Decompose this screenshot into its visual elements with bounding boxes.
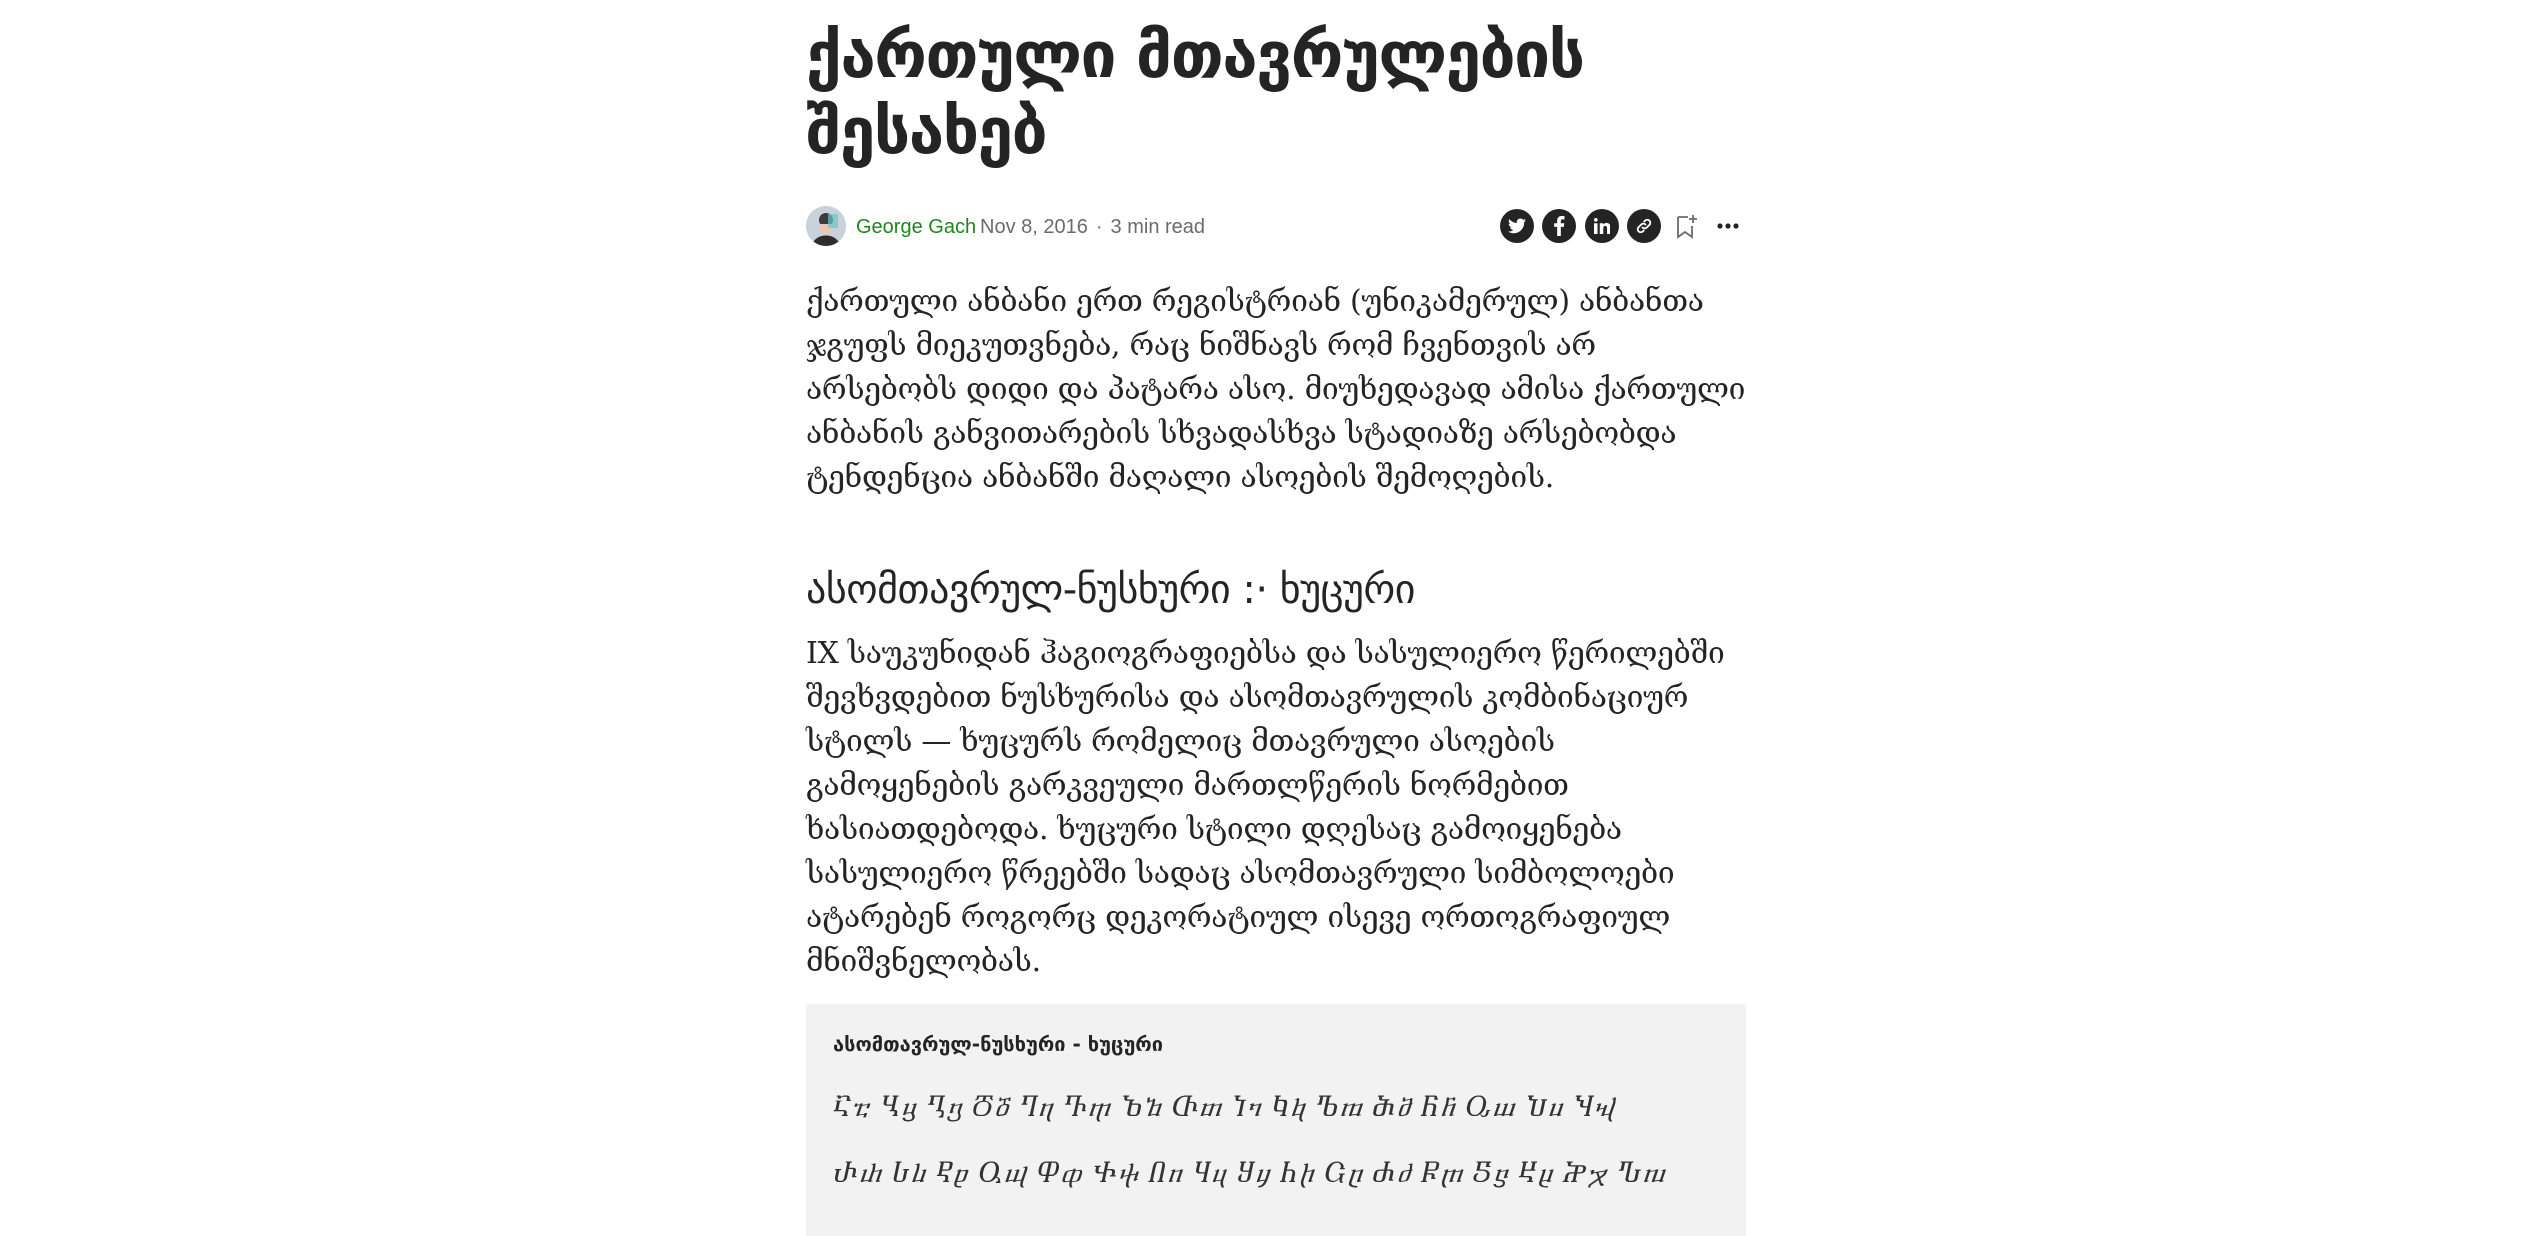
twitter-icon[interactable] <box>1500 209 1534 243</box>
figure-title: ასომთავრულ-ნუსხური - ხუცური <box>833 1032 1163 1056</box>
author-name[interactable]: George Gach <box>856 215 976 239</box>
read-time: 3 min read <box>1110 216 1206 238</box>
section-heading: ასომთავრულ-ნუსხური :· ხუცური <box>806 567 1415 613</box>
link-icon[interactable] <box>1627 209 1661 243</box>
intro-paragraph: ქართული ანბანი ერთ რეგისტრიან (უნიკამერუ… <box>806 284 1746 495</box>
alphabet-figure: ასომთავრულ-ნუსხური - ხუცური Ⴀⴀ Ⴁⴁ Ⴂⴂ Ⴃⴃ … <box>806 1004 1746 1236</box>
figure-letters-row-1: Ⴀⴀ Ⴁⴁ Ⴂⴂ Ⴃⴃ Ⴄⴄ Ⴅⴅ Ⴆⴆ Ⴇⴇ Ⴈⴈ Ⴉⴉ Ⴊⴊ Ⴋⴋ Ⴌⴌ Ⴍ… <box>833 1094 1616 1122</box>
bookmark-add-icon[interactable] <box>1670 210 1702 242</box>
body-paragraph: IX საუკუნიდან ჰაგიოგრაფიებსა და სასულიერ… <box>806 636 1725 979</box>
figure-letters-row-2: Ⴐⴐ Ⴑⴑ Ⴒⴒ Ⴓⴓ Ⴔⴔ Ⴕⴕ Ⴖⴖ Ⴗⴗ Ⴘⴘ Ⴙⴙ Ⴚⴚ Ⴛⴛ Ⴜⴜ Ⴝ… <box>833 1160 1667 1188</box>
article-title: ქართული მთავრულების შესახებ <box>806 19 1585 169</box>
linkedin-icon[interactable] <box>1585 209 1619 243</box>
publish-date: Nov 8, 2016 <box>980 216 1088 238</box>
article-meta: Nov 8, 2016 · 3 min read <box>980 215 1205 239</box>
more-icon[interactable] <box>1712 210 1744 242</box>
meta-separator: · <box>1095 216 1103 238</box>
facebook-icon[interactable] <box>1542 209 1576 243</box>
author-avatar[interactable] <box>806 206 846 246</box>
byline: George Gach Nov 8, 2016 · 3 min read <box>806 204 1746 248</box>
